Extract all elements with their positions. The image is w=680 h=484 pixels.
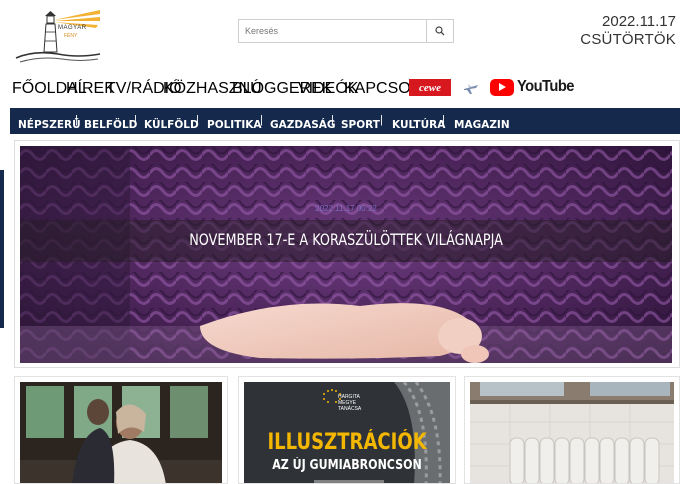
article-card[interactable] — [14, 376, 228, 484]
hero-title-text: NOVEMBER 17-E A KORASZÜLÖTTEK VILÁGNAPJA — [189, 230, 503, 249]
category-politika[interactable]: POLITIKA — [207, 119, 262, 131]
ad-title-text: ILLUSZTRÁCIÓK — [267, 430, 427, 455]
cewe-logo-link[interactable]: cewe — [409, 79, 451, 96]
category-separator: | — [260, 114, 263, 126]
category-nepszeru[interactable]: NÉPSZERŰ — [18, 119, 81, 131]
logo-text-primary: MAGYAR — [58, 25, 87, 31]
category-separator: | — [134, 114, 137, 126]
search-icon — [435, 26, 445, 36]
category-nav: NÉPSZERŰ | BELFÖLD | KÜLFÖLD | POLITIKA … — [10, 108, 680, 134]
current-date: 2022.11.17 CSÜTÖRTÖK — [580, 13, 676, 49]
category-magazin[interactable]: MAGAZIN — [454, 119, 510, 131]
category-belfold[interactable]: BELFÖLD — [84, 119, 137, 131]
ad-subtitle: AZ ÚJ GUMIABRONCSON — [244, 458, 450, 473]
ad-org-line-3: TANÁCSA — [338, 406, 362, 412]
lighthouse-logo-icon — [15, 10, 101, 63]
category-separator: | — [75, 114, 78, 126]
article-card[interactable] — [464, 376, 680, 484]
article-card-image — [470, 382, 674, 483]
category-kultura[interactable]: KULTÚRA — [392, 119, 445, 131]
category-kulfold[interactable]: KÜLFÖLD — [144, 119, 199, 131]
weekday-value: CSÜTÖRTÖK — [580, 31, 676, 48]
ad-card[interactable]: HARGITA MEGYE TANÁCSA ILLUSZTRÁCIÓK AZ Ú… — [238, 376, 456, 484]
category-separator: | — [380, 114, 383, 126]
category-sport[interactable]: SPORT — [341, 119, 380, 131]
hero-date: 2022.11.17 00:22 — [315, 204, 377, 213]
ad-subtitle-text: AZ ÚJ GUMIABRONCSON — [272, 458, 422, 473]
airplane-icon[interactable] — [462, 80, 480, 96]
date-value: 2022.11.17 — [602, 13, 676, 30]
logo-text-secondary: FÉNY — [64, 33, 78, 39]
youtube-play-icon — [490, 78, 514, 96]
search-button[interactable] — [426, 20, 453, 42]
ad-banner: HARGITA MEGYE TANÁCSA ILLUSZTRÁCIÓK AZ Ú… — [244, 382, 450, 483]
side-edge-strip — [0, 170, 4, 328]
youtube-link[interactable]: YouTube — [490, 78, 579, 96]
site-logo[interactable]: MAGYAR FÉNY — [14, 8, 104, 66]
search-input[interactable] — [239, 20, 426, 42]
hero-article[interactable]: 2022.11.17 00:22 NOVEMBER 17-E A KORASZÜ… — [20, 146, 672, 363]
hero-title[interactable]: NOVEMBER 17-E A KORASZÜLÖTTEK VILÁGNAPJA — [20, 230, 672, 249]
category-separator: | — [442, 114, 445, 126]
search-box — [238, 19, 454, 43]
category-separator: | — [196, 114, 199, 126]
category-separator: | — [331, 114, 334, 126]
category-gazdasag[interactable]: GAZDASÁG — [270, 119, 336, 131]
youtube-label: YouTube — [517, 78, 574, 95]
ad-title: ILLUSZTRÁCIÓK — [244, 430, 450, 455]
ad-organization: HARGITA MEGYE TANÁCSA — [338, 394, 361, 412]
article-card-image — [20, 382, 222, 483]
